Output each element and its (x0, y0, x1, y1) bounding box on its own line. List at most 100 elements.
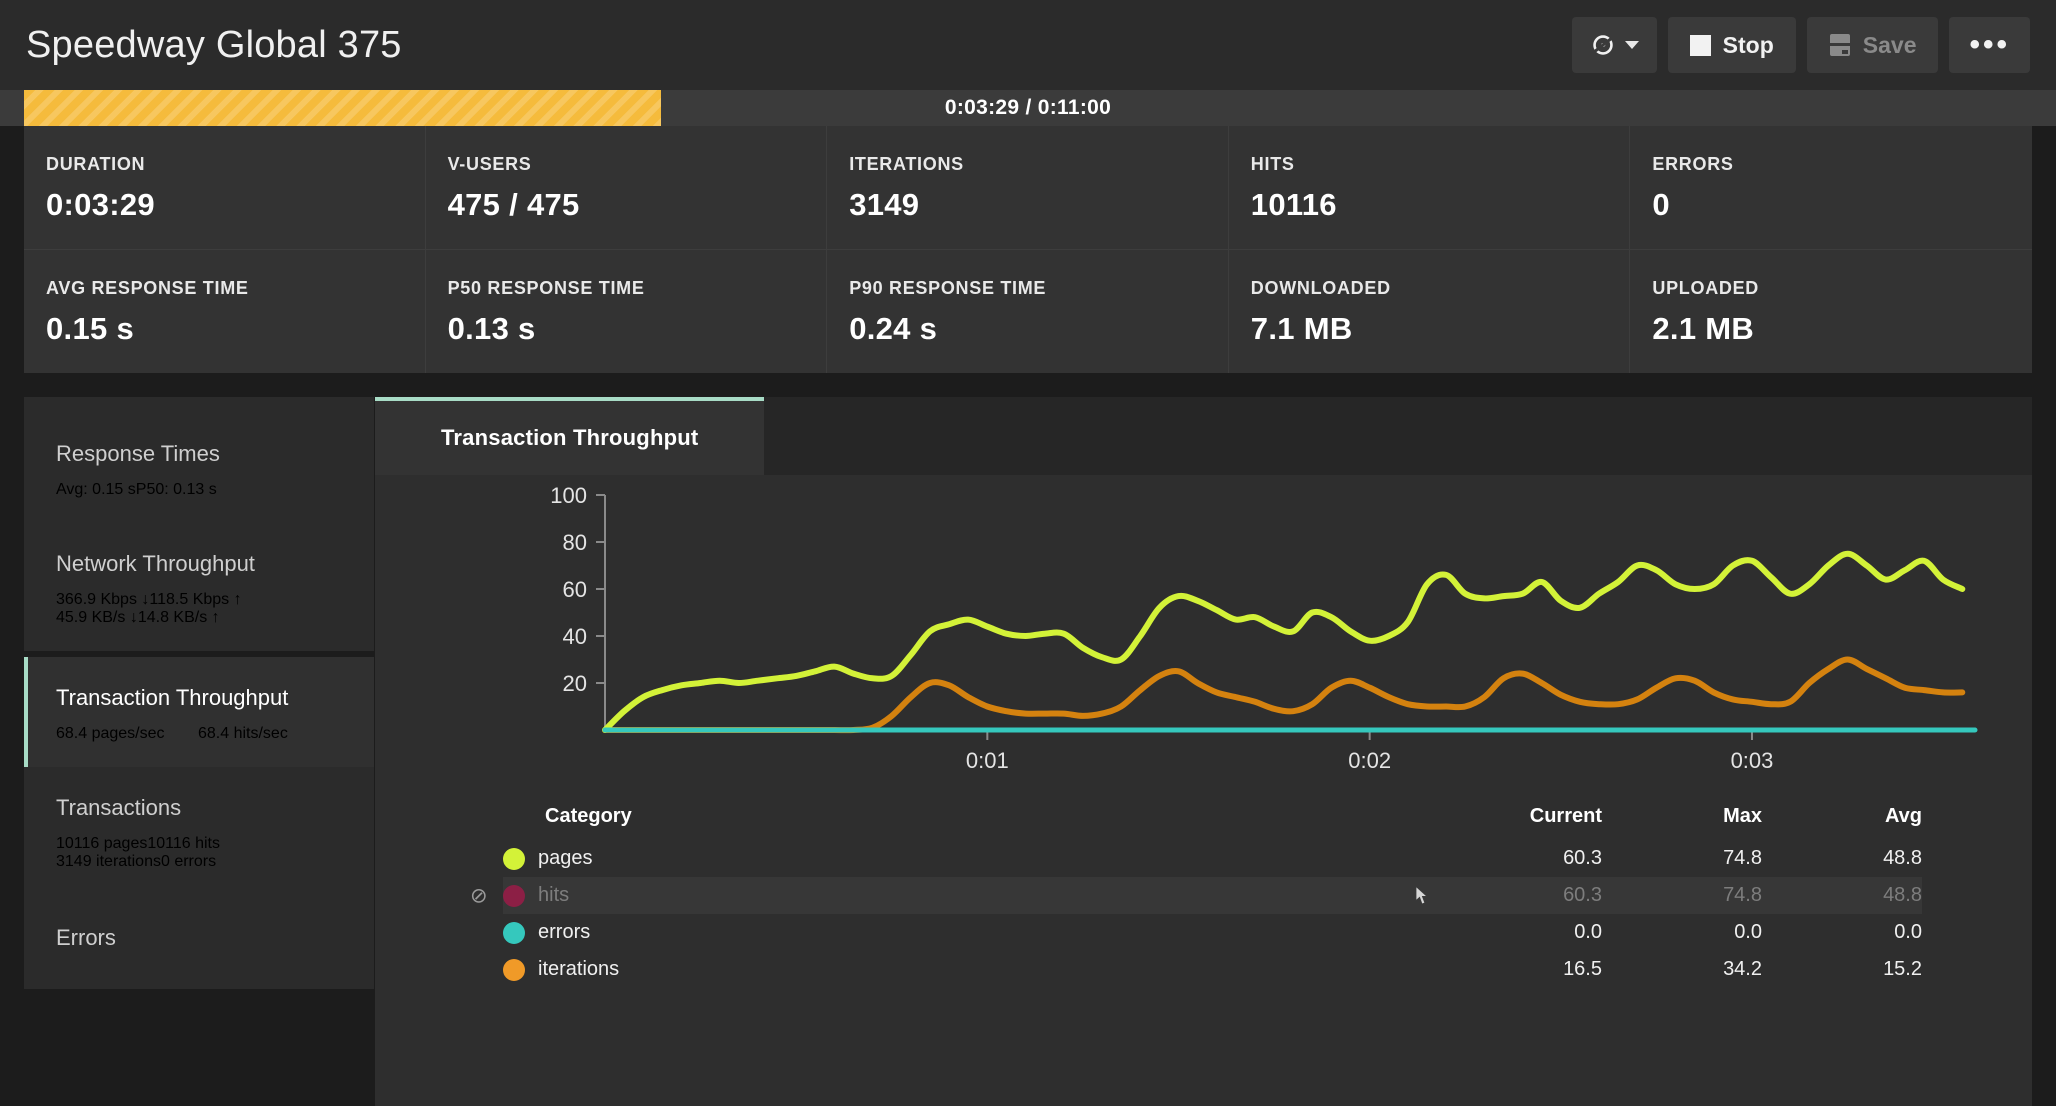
legend-row-errors[interactable]: errors 0.0 0.0 0.0 (503, 914, 1922, 951)
tab-bar-filler (764, 397, 2032, 475)
legend-row-iterations[interactable]: iterations 16.5 34.2 15.2 (503, 951, 1922, 988)
stat-value: 475 / 475 (447, 187, 580, 222)
floppy-disk-icon (1829, 34, 1851, 56)
throughput-chart: 20 40 60 80 100 0:01 0:02 0:03 (375, 475, 2032, 805)
legend-row-pages[interactable]: pages 60.3 74.8 48.8 (503, 840, 1922, 877)
progress-bar-fill (24, 90, 661, 126)
legend-category-cell: pages (503, 840, 1442, 877)
stat-card-p50-response-time: P50 RESPONSE TIME 0.13 s (426, 250, 828, 373)
stat-label: UPLOADED (1652, 278, 1759, 298)
legend-category-cell: iterations (503, 951, 1442, 988)
stat-card-uploaded: UPLOADED 2.1 MB (1630, 250, 2032, 373)
legend-max-value: 34.2 (1723, 958, 1762, 980)
legend-max-value: 74.8 (1723, 847, 1762, 869)
stat-card-errors: ERRORS 0 (1630, 126, 2032, 249)
stat-value: 0.13 s (447, 311, 536, 346)
legend-avg-value: 15.2 (1883, 958, 1922, 980)
legend-column-category: Category (545, 805, 632, 827)
main-panel: Transaction Throughput 20 40 60 80 100 0:01 0:… (375, 397, 2032, 1106)
stat-label: HITS (1250, 154, 1295, 174)
save-button[interactable]: Save (1806, 17, 1939, 73)
stat-card-hits: HITS 10116 (1229, 126, 1631, 249)
stats-row-primary: DURATION 0:03:29 V-USERS 475 / 475 ITERA… (24, 126, 2032, 250)
sidebar-metric: 10116 pages (56, 835, 148, 852)
legend-max-value: 0.0 (1734, 921, 1762, 943)
sidebar-metric: 14.8 KB/s ↑ (137, 609, 220, 626)
sidebar-metric-line: 68.4 pages/sec 68.4 hits/sec (56, 725, 374, 743)
tab-bar: Transaction Throughput (375, 397, 2032, 475)
stat-value: 0:03:29 (46, 187, 155, 222)
progress-bar-label: 0:03:29 / 0:11:00 (944, 96, 1112, 119)
svg-text:40: 40 (563, 624, 587, 649)
sidebar-item-response-times[interactable]: Response Times Avg: 0.15 s P50: 0.13 s (24, 397, 374, 523)
stat-value: 10116 (1250, 187, 1337, 222)
stat-label: DURATION (46, 154, 146, 174)
sidebar-item-label: Response Times (56, 441, 220, 466)
legend-series-label: errors (538, 921, 591, 943)
stat-card-iterations: ITERATIONS 3149 (827, 126, 1229, 249)
sidebar-metric-line: 366.9 Kbps ↓ 118.5 Kbps ↑ (56, 591, 374, 609)
header-actions: Stop Save ••• (1571, 17, 2030, 73)
stop-button[interactable]: Stop (1667, 17, 1796, 73)
sidebar-metric: 68.4 pages/sec (56, 725, 165, 742)
ellipsis-icon: ••• (1969, 28, 2010, 61)
sidebar-metric-line: 10116 pages 10116 hits (56, 835, 374, 853)
stat-value: 7.1 MB (1250, 311, 1353, 346)
series-color-dot (503, 847, 525, 870)
tab-label: Transaction Throughput (441, 425, 699, 450)
sidebar-item-network-throughput[interactable]: Network Throughput 366.9 Kbps ↓ 118.5 Kb… (24, 523, 374, 651)
sidebar-metric: P50: 0.13 s (135, 481, 217, 498)
sidebar-item-transactions[interactable]: Transactions 10116 pages 10116 hits 3149… (24, 767, 374, 895)
legend-series-label: pages (538, 847, 593, 869)
legend-series-label: hits (538, 884, 570, 906)
legend-avg-value: 48.8 (1883, 884, 1922, 906)
sidebar-item-errors[interactable]: Errors (24, 895, 374, 989)
stat-card-p90-response-time: P90 RESPONSE TIME 0.24 s (827, 250, 1229, 373)
stat-value: 2.1 MB (1652, 311, 1755, 346)
page-title: Speedway Global 375 (26, 24, 402, 66)
legend-category-cell: errors (503, 914, 1442, 951)
stat-label: ITERATIONS (849, 154, 964, 174)
stat-label: P50 RESPONSE TIME (447, 278, 645, 298)
svg-text:0:02: 0:02 (1348, 748, 1391, 773)
stat-value: 3149 (849, 187, 920, 222)
legend-column-current: Current (1529, 805, 1602, 827)
stop-button-label: Stop (1722, 31, 1774, 58)
chart-panel: 20 40 60 80 100 0:01 0:02 0:03 Category Current… (375, 475, 2032, 1106)
legend-row-hits[interactable]: ⊘ hits 60.3 74.8 48.8 (470, 877, 1922, 914)
run-progress-bar: 0:03:29 / 0:11:00 (0, 90, 2056, 126)
sidebar-item-label: Transactions (56, 795, 182, 820)
legend-max-value: 74.8 (1723, 884, 1762, 906)
app-header: Speedway Global 375 Stop Save ••• (0, 0, 2056, 90)
gauge-icon (1592, 35, 1613, 55)
sidebar-item-transaction-throughput[interactable]: Transaction Throughput 68.4 pages/sec 68… (24, 657, 374, 767)
legend-series-label: iterations (538, 958, 620, 980)
stat-value: 0 (1652, 187, 1670, 222)
legend-current-value: 60.3 (1563, 847, 1602, 869)
chevron-down-icon (1624, 41, 1639, 49)
series-color-dot (503, 921, 525, 944)
body-area: Response Times Avg: 0.15 s P50: 0.13 s N… (0, 397, 2056, 1106)
legend-category-cell: ⊘ hits (470, 877, 1442, 914)
series-color-dot (503, 958, 525, 981)
legend-current-value: 16.5 (1563, 958, 1602, 980)
legend-current-value: 60.3 (1415, 877, 1602, 914)
legend-avg-value: 0.0 (1894, 921, 1922, 943)
gauge-dropdown-button[interactable] (1571, 17, 1657, 73)
svg-text:100: 100 (550, 483, 587, 508)
mouse-cursor-icon (1415, 886, 1429, 905)
save-button-label: Save (1862, 31, 1917, 58)
sidebar-metric: 3149 iterations (56, 853, 161, 870)
stat-card-vusers: V-USERS 475 / 475 (426, 126, 828, 249)
svg-text:0:03: 0:03 (1731, 748, 1774, 773)
stat-card-duration: DURATION 0:03:29 (24, 126, 426, 249)
sidebar-item-label: Network Throughput (56, 551, 255, 576)
legend-table: Category Current Max Avg pages 60.3 74.8… (470, 805, 1922, 988)
more-options-button[interactable]: ••• (1949, 17, 2030, 73)
stat-value: 0.15 s (46, 311, 134, 346)
tab-transaction-throughput[interactable]: Transaction Throughput (375, 397, 765, 475)
sidebar-item-label: Transaction Throughput (56, 685, 289, 710)
sidebar-metric: 0 errors (160, 853, 217, 870)
stats-summary: DURATION 0:03:29 V-USERS 475 / 475 ITERA… (0, 126, 2056, 373)
legend-avg-value: 48.8 (1883, 847, 1922, 869)
